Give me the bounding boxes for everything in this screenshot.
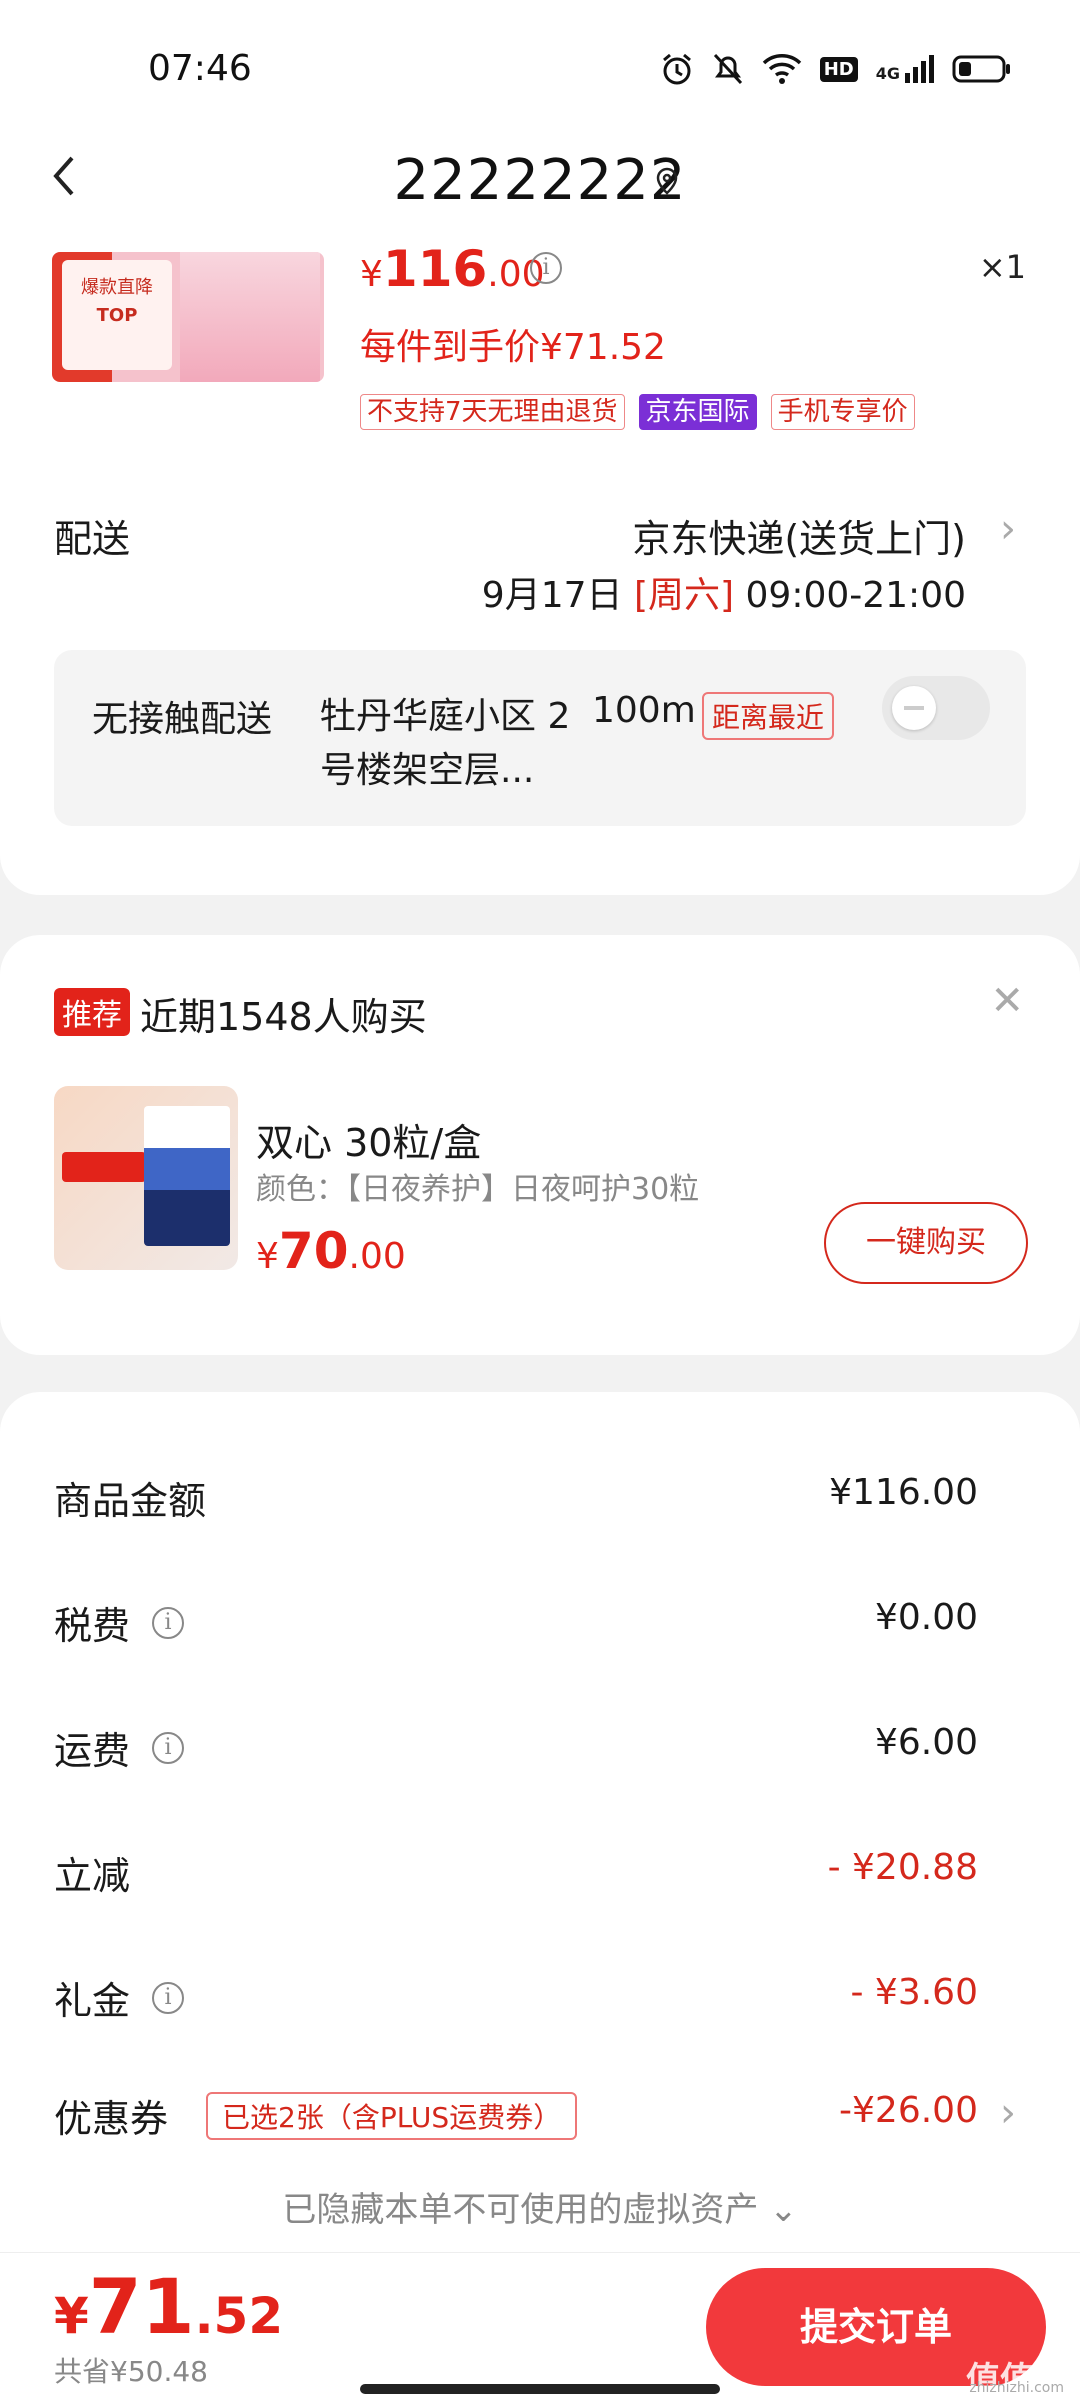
alarm-icon [662,53,691,85]
summary-row-label: 运费 i [54,1720,185,1775]
summary-row-value: - ¥20.88 [827,1847,978,1888]
info-icon[interactable]: i [152,1731,185,1764]
hidden-assets-toggle[interactable]: 已隐藏本单不可使用的虚拟资产 ⌄ [0,2182,1080,2231]
one-click-buy-button[interactable]: 一键购买 [824,1202,1028,1284]
home-indicator[interactable] [360,2384,720,2394]
coupon-row[interactable]: 优惠券 已选2张（含PLUS运费券） [54,2088,578,2143]
contactless-distance: 100m [592,690,696,731]
recommend-price: ¥70.00 [256,1222,406,1280]
status-time: 07:46 [148,48,252,89]
tag-mobile-price: 手机专享价 [770,394,915,430]
product-tags: 不支持7天无理由退货 京东国际 手机专享价 [360,394,915,430]
coupon-label: 优惠券 [54,2097,169,2141]
shipping-method[interactable]: 京东快递(送货上门) [632,508,966,563]
chevron-right-icon[interactable]: › [1000,2090,1016,2136]
status-icons: HD 4G [660,52,1012,86]
4g-signal-icon: 4G [876,55,934,83]
tag-jd-international: 京东国际 [638,394,757,430]
shipping-weekday: [周六] [633,575,735,616]
summary-row-value: ¥0.00 [874,1597,978,1638]
distance-tag: 距离最近 [702,692,835,740]
summary-row-value: ¥116.00 [829,1472,978,1513]
recommend-badge: 推荐 [54,988,130,1036]
recommend-title: 近期1548人购买 [140,995,427,1039]
wifi-icon [762,54,801,84]
shipping-time-window: 09:00-21:00 [745,575,966,616]
product-quantity: ×1 [978,248,1026,286]
price-info-icon[interactable]: i [530,252,562,284]
location-pin-icon[interactable] [652,166,682,196]
product-price: ¥116.00 [360,240,545,298]
shipping-label: 配送 [54,517,131,561]
summary-row-value: ¥6.00 [874,1722,978,1763]
mute-icon [713,53,742,85]
tag-no-return: 不支持7天无理由退货 [360,394,625,430]
recommend-product-image[interactable] [54,1086,238,1270]
hd-icon: HD [819,56,858,82]
summary-row-label: 税费 i [54,1595,185,1650]
summary-row-label: 商品金额 [54,1479,207,1523]
4g-label: 4G [875,64,900,83]
total-price: ¥71.52 [54,2262,284,2351]
recommend-product-name[interactable]: 双心 30粒/盒 [256,1112,481,1167]
coupon-tag: 已选2张（含PLUS运费券） [206,2091,578,2140]
battery-icon [952,55,1010,83]
shipping-date: 9月17日 [481,575,623,616]
contactless-address: 牡丹华庭小区 2号楼架空层... [320,696,571,791]
info-icon[interactable]: i [152,1606,185,1639]
summary-row-label: 立减 [54,1854,131,1898]
summary-row-value: - ¥3.60 [850,1972,979,2013]
summary-row-label: 礼金 i [54,1970,185,2025]
recommend-product-color: 颜色：【日夜养护】日夜呵护30粒 [256,1172,700,1207]
close-icon[interactable]: ✕ [990,978,1024,1024]
product-bottle-graphic [180,252,320,382]
product-image[interactable]: 爆款直降 TOP [52,252,324,382]
per-item-price: 每件到手价¥71.52 [360,327,666,368]
info-icon[interactable]: i [152,1981,185,2014]
shipping-time[interactable]: 9月17日 [周六] 09:00-21:00 [482,566,966,618]
chevron-right-icon[interactable]: › [1000,506,1016,552]
summary-card [0,1392,1080,2292]
product-image-badge: 爆款直降 TOP [62,260,172,370]
contactless-toggle[interactable] [882,676,990,740]
coupon-value[interactable]: -¥26.00 [839,2090,978,2131]
saved-amount: 共省¥50.48 [54,2355,208,2388]
page-title: 22222222 [393,148,687,213]
contactless-label: 无接触配送 [92,699,273,740]
watermark-sub: zhizhizhi.com [969,2380,1064,2396]
